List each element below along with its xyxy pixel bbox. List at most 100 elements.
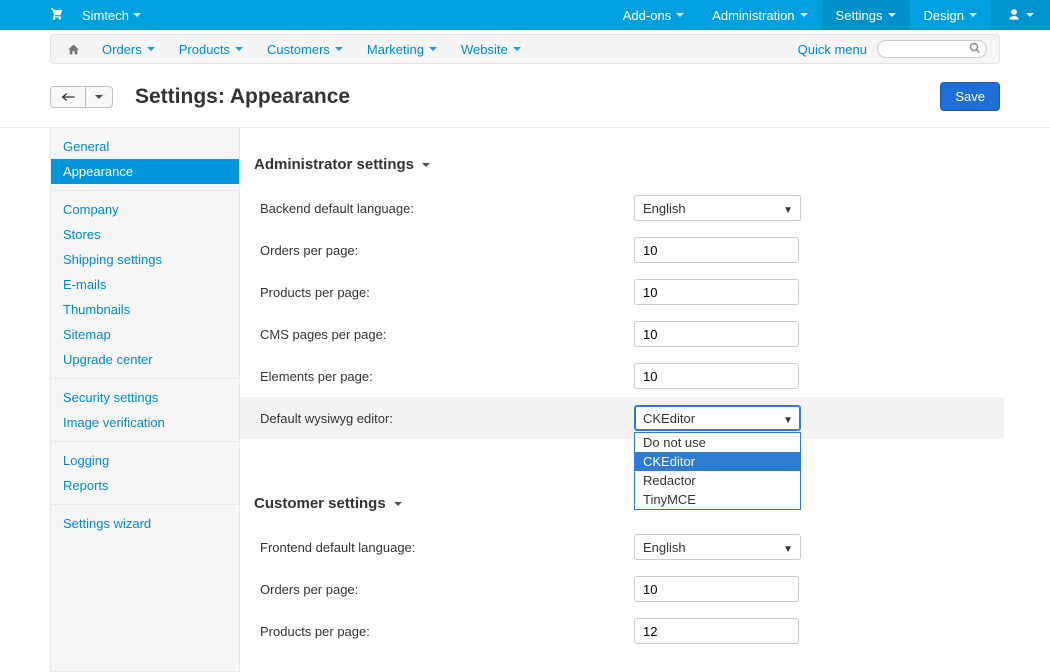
brand-menu[interactable]: Simtech	[74, 8, 149, 23]
section-admin-header[interactable]: Administrator settings	[254, 156, 990, 173]
nav-orders-label: Orders	[102, 42, 142, 57]
option-redactor[interactable]: Redactor	[635, 471, 800, 490]
nav-customers[interactable]: Customers	[255, 42, 355, 57]
row-frontend-language: Frontend default language: English▼	[254, 526, 990, 568]
topnav-administration[interactable]: Administration	[698, 0, 821, 30]
back-button[interactable]	[51, 87, 85, 107]
triangle-down-icon: ▼	[783, 205, 793, 216]
section-customer-header[interactable]: Customer settings	[254, 495, 990, 512]
select-frontend-language[interactable]: English▼	[634, 534, 801, 560]
option-tinymce[interactable]: TinyMCE	[635, 490, 800, 509]
title-bar: Settings: Appearance Save	[0, 64, 1050, 128]
caret-down-icon	[513, 47, 521, 51]
select-backend-language[interactable]: English ▼	[634, 195, 801, 221]
dropdown-wysiwyg: Do not use CKEditor Redactor TinyMCE	[634, 432, 801, 510]
row-customer-products-pp: Products per page:	[254, 610, 990, 652]
home-icon	[67, 43, 80, 56]
search-box	[877, 40, 987, 58]
caret-down-icon	[394, 502, 402, 506]
label-elements-pp: Elements per page:	[254, 369, 634, 384]
topnav-user[interactable]	[991, 0, 1050, 30]
row-admin-products-pp: Products per page:	[254, 271, 990, 313]
nav-marketing-label: Marketing	[367, 42, 424, 57]
sidebar-item-company[interactable]: Company	[51, 197, 239, 222]
label-customer-products-pp: Products per page:	[254, 624, 634, 639]
label-admin-products-pp: Products per page:	[254, 285, 634, 300]
sidebar-item-security[interactable]: Security settings	[51, 385, 239, 410]
search-icon[interactable]	[969, 42, 981, 54]
row-backend-language: Backend default language: English ▼	[254, 187, 990, 229]
nav-marketing[interactable]: Marketing	[355, 42, 449, 57]
sidebar-item-sitemap[interactable]: Sitemap	[51, 322, 239, 347]
input-admin-products-pp[interactable]	[634, 279, 799, 305]
sidebar-item-logging[interactable]: Logging	[51, 448, 239, 473]
label-backend-language: Backend default language:	[254, 201, 634, 216]
label-cms-pp: CMS pages per page:	[254, 327, 634, 342]
nav-orders[interactable]: Orders	[90, 42, 167, 57]
sidebar-item-thumbnails[interactable]: Thumbnails	[51, 297, 239, 322]
sidebar-item-wizard[interactable]: Settings wizard	[51, 511, 239, 536]
sidebar-item-imageverif[interactable]: Image verification	[51, 410, 239, 435]
sidebar-item-shipping[interactable]: Shipping settings	[51, 247, 239, 272]
input-elements-pp[interactable]	[634, 363, 799, 389]
settings-sidebar: General Appearance Company Stores Shippi…	[50, 128, 240, 672]
topnav-settings[interactable]: Settings	[822, 0, 910, 30]
caret-down-icon	[969, 13, 977, 17]
input-customer-orders-pp[interactable]	[634, 576, 799, 602]
save-button[interactable]: Save	[940, 82, 1000, 111]
caret-down-icon	[335, 47, 343, 51]
sub-nav: Orders Products Customers Marketing Webs…	[50, 34, 1000, 64]
nav-website[interactable]: Website	[449, 42, 533, 57]
quick-menu-link[interactable]: Quick menu	[798, 42, 877, 57]
topnav-settings-label: Settings	[836, 8, 883, 23]
sidebar-item-stores[interactable]: Stores	[51, 222, 239, 247]
sidebar-item-reports[interactable]: Reports	[51, 473, 239, 498]
select-backend-language-value: English	[643, 201, 686, 216]
section-admin-title: Administrator settings	[254, 156, 414, 173]
page-title: Settings: Appearance	[135, 85, 350, 109]
triangle-down-icon: ▼	[783, 544, 793, 555]
back-history-toggle[interactable]	[85, 87, 112, 107]
nav-website-label: Website	[461, 42, 508, 57]
option-do-not-use[interactable]: Do not use	[635, 433, 800, 452]
caret-down-icon	[95, 95, 103, 99]
sidebar-item-emails[interactable]: E-mails	[51, 272, 239, 297]
row-wysiwyg: Default wysiwyg editor: CKEditor▼ Do not…	[240, 397, 1004, 439]
caret-down-icon	[133, 13, 141, 17]
caret-down-icon	[800, 13, 808, 17]
caret-down-icon	[888, 13, 896, 17]
back-button-group	[50, 86, 113, 108]
row-elements-pp: Elements per page:	[254, 355, 990, 397]
topnav-administration-label: Administration	[712, 8, 794, 23]
content-panel: Administrator settings Backend default l…	[240, 128, 1050, 672]
topnav-design[interactable]: Design	[910, 0, 991, 30]
caret-down-icon	[676, 13, 684, 17]
top-bar: Simtech Add-ons Administration Settings …	[0, 0, 1050, 30]
caret-down-icon	[147, 47, 155, 51]
input-customer-products-pp[interactable]	[634, 618, 799, 644]
input-admin-orders-pp[interactable]	[634, 237, 799, 263]
option-ckeditor[interactable]: CKEditor	[635, 452, 800, 471]
sidebar-item-general[interactable]: General	[51, 134, 239, 159]
sidebar-item-upgrade[interactable]: Upgrade center	[51, 347, 239, 372]
topnav-addons[interactable]: Add-ons	[609, 0, 698, 30]
label-frontend-language: Frontend default language:	[254, 540, 634, 555]
arrow-left-icon	[60, 92, 76, 102]
row-admin-orders-pp: Orders per page:	[254, 229, 990, 271]
brand-label: Simtech	[82, 8, 129, 23]
caret-down-icon	[429, 47, 437, 51]
row-customer-orders-pp: Orders per page:	[254, 568, 990, 610]
label-wysiwyg: Default wysiwyg editor:	[254, 411, 634, 426]
nav-products[interactable]: Products	[167, 42, 255, 57]
nav-customers-label: Customers	[267, 42, 330, 57]
triangle-down-icon: ▼	[783, 415, 793, 426]
section-customer-title: Customer settings	[254, 495, 386, 512]
input-cms-pp[interactable]	[634, 321, 799, 347]
select-wysiwyg[interactable]: CKEditor▼ Do not use CKEditor Redactor T…	[634, 405, 801, 431]
home-link[interactable]	[57, 43, 90, 56]
caret-down-icon	[1026, 13, 1034, 17]
select-wysiwyg-value: CKEditor	[643, 411, 695, 426]
topnav-design-label: Design	[924, 8, 964, 23]
label-customer-orders-pp: Orders per page:	[254, 582, 634, 597]
sidebar-item-appearance[interactable]: Appearance	[51, 159, 239, 184]
